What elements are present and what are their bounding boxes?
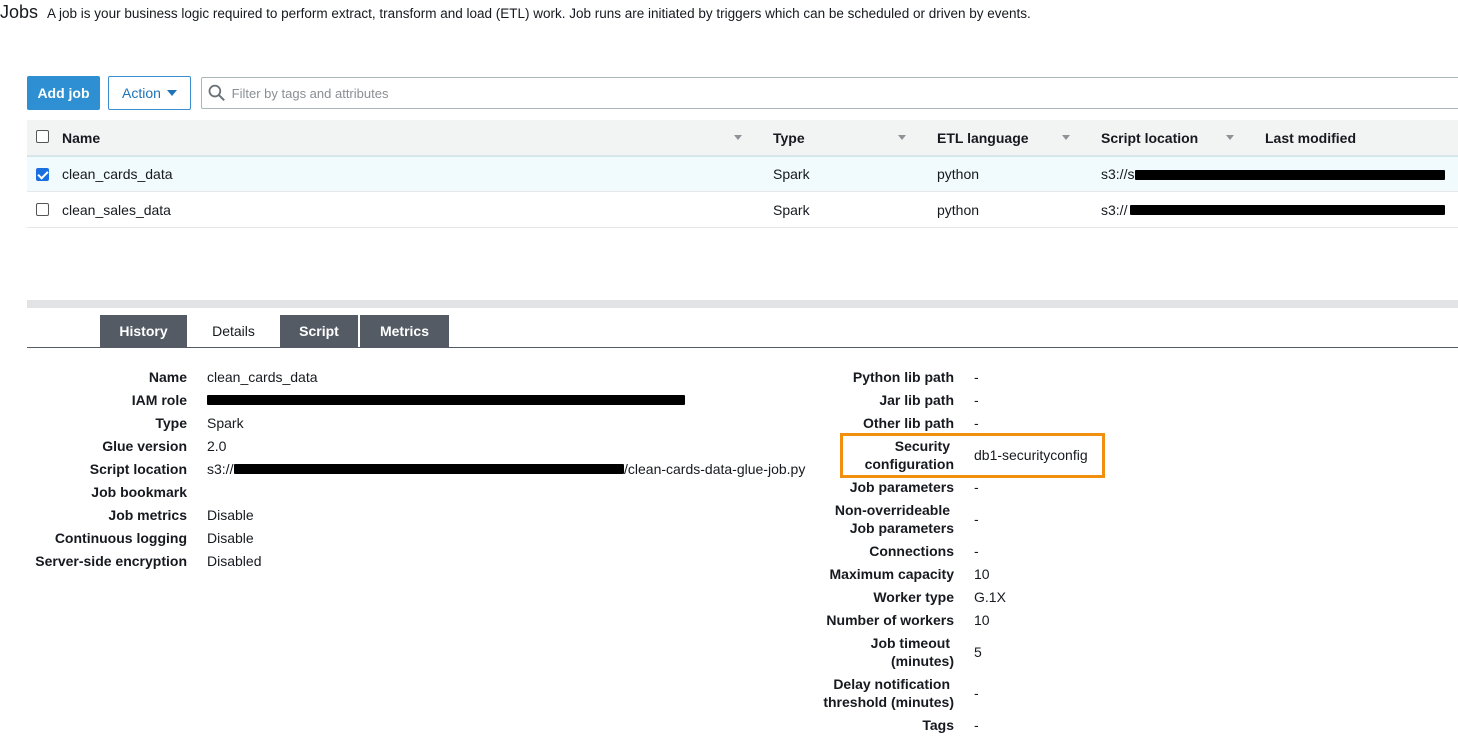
row-checkbox[interactable] (36, 203, 49, 216)
action-dropdown-button[interactable]: Action (108, 76, 191, 110)
script-location-cell: s3://s (1101, 166, 1135, 182)
row-checkbox[interactable] (36, 168, 49, 181)
job-bookmark-label: Job bookmark (91, 484, 187, 500)
job-timeout-label-line2: (minutes) (891, 653, 954, 669)
other-lib-path-value: - (974, 415, 979, 431)
job-parameters-label: Job parameters (849, 479, 954, 495)
script-location-cell: s3:// (1101, 201, 1128, 218)
job-timeout-value: 5 (974, 644, 982, 660)
job-metrics-value: Disable (207, 507, 254, 523)
sort-caret-icon[interactable] (898, 135, 906, 140)
jar-lib-path-value: - (974, 392, 979, 408)
job-name-cell[interactable]: clean_cards_data (62, 157, 173, 191)
job-timeout-label-line1: Job timeout (870, 635, 950, 651)
tabs-underline (27, 347, 1458, 348)
job-parameters-value: - (974, 479, 979, 495)
type-label: Type (155, 415, 187, 431)
maximum-capacity-label: Maximum capacity (829, 566, 955, 582)
script-location-prefix: s3:// (207, 461, 234, 477)
column-header-last-modified[interactable]: Last modified (1265, 120, 1356, 155)
redaction-mark (1130, 205, 1445, 215)
column-header-type[interactable]: Type (773, 120, 805, 155)
glue-version-label: Glue version (102, 438, 187, 454)
connections-label: Connections (869, 543, 954, 559)
other-lib-path-label: Other lib path (863, 415, 954, 431)
number-of-workers-value: 10 (974, 612, 990, 628)
delay-notification-value: - (974, 685, 979, 701)
delay-notification-label-line2: threshold (minutes) (823, 694, 954, 710)
page-title: Jobs (0, 2, 39, 22)
number-of-workers-label: Number of workers (826, 612, 954, 628)
action-button-label: Action (122, 85, 161, 101)
name-value: clean_cards_data (207, 369, 318, 385)
maximum-capacity-value: 10 (974, 566, 990, 582)
job-name-cell[interactable]: clean_sales_data (62, 192, 171, 227)
name-label: Name (148, 369, 187, 385)
tags-label: Tags (922, 717, 954, 733)
server-side-encryption-value: Disabled (207, 553, 262, 569)
non-overrideable-value: - (974, 511, 979, 527)
script-location-suffix: /clean-cards-data-glue-job.py (624, 461, 806, 477)
sort-caret-icon[interactable] (734, 135, 742, 140)
panel-resize-divider[interactable] (27, 300, 1458, 308)
python-lib-path-label: Python lib path (852, 369, 954, 385)
server-side-encryption-label: Server-side encryption (35, 553, 187, 569)
non-overrideable-label-line2: Job parameters (849, 520, 954, 536)
page-description: A job is your business logic required to… (47, 6, 1031, 21)
tab-history[interactable]: History (100, 315, 187, 347)
delay-notification-label-line1: Delay notification (833, 676, 950, 692)
sort-caret-icon[interactable] (1062, 135, 1070, 140)
glue-version-value: 2.0 (207, 438, 227, 454)
worker-type-value: G.1X (974, 589, 1006, 605)
iam-role-label: IAM role (131, 392, 187, 408)
continuous-logging-value: Disable (207, 530, 254, 546)
jobs-table: Name Type ETL language Script location L… (27, 120, 1458, 228)
details-tabs: History Details Script Metrics (100, 315, 449, 347)
sort-caret-icon[interactable] (1226, 135, 1234, 140)
select-all-checkbox[interactable] (36, 130, 49, 143)
add-job-button[interactable]: Add job (27, 76, 100, 110)
redaction-mark (234, 464, 624, 474)
etl-language-cell: python (937, 166, 980, 182)
redaction-mark (1135, 170, 1445, 180)
caret-down-icon (166, 90, 177, 96)
etl-language-cell: python (937, 201, 980, 218)
connections-value: - (974, 543, 979, 559)
security-configuration-highlight (840, 433, 1105, 478)
redaction-mark (207, 395, 685, 405)
search-icon (208, 84, 225, 102)
tags-value: - (974, 717, 979, 733)
filter-search-box[interactable] (201, 77, 1458, 109)
non-overrideable-label-line1: Non-overrideable (834, 502, 950, 518)
table-row[interactable]: clean_cards_data Spark python s3://s (27, 156, 1458, 192)
jar-lib-path-label: Jar lib path (879, 392, 954, 408)
tab-metrics[interactable]: Metrics (360, 315, 449, 347)
worker-type-label: Worker type (873, 589, 954, 605)
tab-details[interactable]: Details (189, 315, 278, 347)
type-value: Spark (207, 415, 244, 431)
jobs-toolbar: Add job Action (27, 76, 1458, 110)
script-location-label: Script location (89, 461, 187, 477)
column-header-etl-language[interactable]: ETL language (937, 120, 1029, 155)
tab-script[interactable]: Script (280, 315, 358, 347)
python-lib-path-value: - (974, 369, 979, 385)
page-header: Jobs A job is your business logic requir… (0, 2, 1031, 23)
continuous-logging-label: Continuous logging (54, 530, 187, 546)
table-header-row: Name Type ETL language Script location L… (27, 120, 1458, 156)
job-metrics-label: Job metrics (108, 507, 187, 523)
column-header-name[interactable]: Name (62, 120, 100, 155)
job-type-cell: Spark (773, 166, 810, 182)
filter-search-input[interactable] (231, 85, 1458, 101)
table-row[interactable]: clean_sales_data Spark python s3:// (27, 192, 1458, 228)
column-header-script-location[interactable]: Script location (1101, 120, 1198, 155)
job-type-cell: Spark (773, 201, 810, 218)
